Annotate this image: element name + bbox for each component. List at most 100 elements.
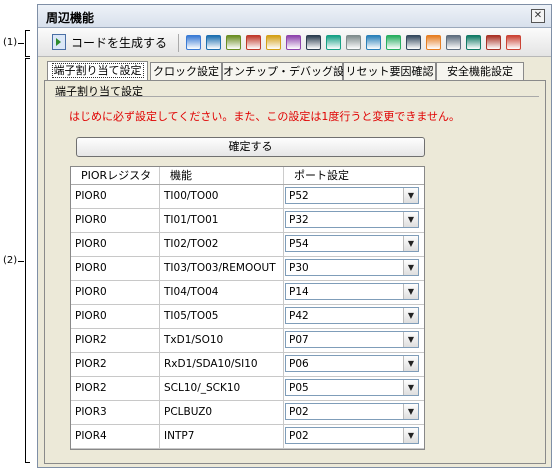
tab-pin-assignment[interactable]: 端子割り当て設定 xyxy=(47,61,148,81)
table-row: PIOR0 TI02/TO02 P54 ▼ xyxy=(71,233,424,257)
generate-code-button[interactable]: コードを生成する xyxy=(52,33,167,51)
tab-reset-source[interactable]: リセット要因確認 xyxy=(343,62,436,80)
toolbar: コードを生成する xyxy=(38,28,551,57)
link-icon[interactable] xyxy=(346,35,361,50)
function-cell: TI04/TO04 xyxy=(160,281,284,304)
port-select-value: P06 xyxy=(289,358,309,370)
generate-code-icon xyxy=(52,34,66,50)
header-function[interactable]: 機能 xyxy=(160,167,284,184)
function-cell: TI02/TO02 xyxy=(160,233,284,256)
chevron-down-icon[interactable]: ▼ xyxy=(403,260,418,275)
confirm-button[interactable]: 確定する xyxy=(76,137,425,157)
function-cell: TI03/TO03/REMOOUT xyxy=(160,257,284,280)
port-setting-cell: P54 ▼ xyxy=(284,233,424,256)
chevron-down-icon[interactable]: ▼ xyxy=(403,212,418,227)
chevron-down-icon[interactable]: ▼ xyxy=(403,284,418,299)
port-select-value: P52 xyxy=(289,190,309,202)
table-row: PIOR3 PCLBUZ0 P02 ▼ xyxy=(71,401,424,425)
port-icon[interactable] xyxy=(206,35,221,50)
port-select-value: P30 xyxy=(289,262,309,274)
port-select-value: P54 xyxy=(289,238,309,250)
tab-onchip-debug[interactable]: オンチップ・デバッグ設定 xyxy=(222,62,355,80)
tab-clock[interactable]: クロック設定 xyxy=(150,62,222,80)
port-select-value: P05 xyxy=(289,382,309,394)
callout-1-tick xyxy=(18,43,24,44)
chevron-down-icon[interactable]: ▼ xyxy=(403,236,418,251)
port-select[interactable]: P02 ▼ xyxy=(285,403,419,420)
header-port[interactable]: ポート設定 xyxy=(284,167,424,184)
pwm-icon[interactable] xyxy=(386,35,401,50)
port-select[interactable]: P02 ▼ xyxy=(285,427,419,444)
pior-register-cell: PIOR0 xyxy=(71,233,160,256)
panel-title: 周辺機能 xyxy=(46,11,95,25)
pior-register-cell: PIOR0 xyxy=(71,281,160,304)
dma-icon[interactable] xyxy=(406,35,421,50)
port-select[interactable]: P06 ▼ xyxy=(285,355,419,372)
reset-icon[interactable] xyxy=(506,35,521,50)
port-select[interactable]: P32 ▼ xyxy=(285,211,419,228)
port-setting-cell: P32 ▼ xyxy=(284,209,424,232)
port-setting-cell: P14 ▼ xyxy=(284,281,424,304)
pior-register-cell: PIOR0 xyxy=(71,209,160,232)
callout-1: (1) xyxy=(3,37,18,48)
port-setting-cell: P42 ▼ xyxy=(284,305,424,328)
callout-2-tick xyxy=(18,261,24,262)
table-row: PIOR2 RxD1/SDA10/SI10 P06 ▼ xyxy=(71,353,424,377)
interrupt-icon[interactable] xyxy=(306,35,321,50)
port-setting-cell: P02 ▼ xyxy=(284,425,424,448)
port-select[interactable]: P54 ▼ xyxy=(285,235,419,252)
port-setting-cell: P52 ▼ xyxy=(284,185,424,208)
table-body: PIOR0 TI00/TO00 P52 ▼ PIOR0 TI01/TO01 P32 ▼ PIOR… xyxy=(71,185,424,449)
port-select-value: P07 xyxy=(289,334,309,346)
serial-icon[interactable] xyxy=(286,35,301,50)
port-setting-cell: P06 ▼ xyxy=(284,353,424,376)
tab-safety[interactable]: 安全機能設定 xyxy=(436,62,524,80)
callout-1-bracket xyxy=(25,30,30,57)
port-setting-cell: P30 ▼ xyxy=(284,257,424,280)
callout-2-bracket xyxy=(25,58,30,463)
pior-register-cell: PIOR2 xyxy=(71,377,160,400)
function-cell: PCLBUZ0 xyxy=(160,401,284,424)
port-select-value: P02 xyxy=(289,430,309,442)
lvd-icon[interactable] xyxy=(486,35,501,50)
callout-2: (2) xyxy=(3,255,18,266)
chevron-down-icon[interactable]: ▼ xyxy=(403,308,418,323)
function-cell: TI00/TO00 xyxy=(160,185,284,208)
chevron-down-icon[interactable]: ▼ xyxy=(403,356,418,371)
pior-register-cell: PIOR0 xyxy=(71,257,160,280)
data-flash-icon[interactable] xyxy=(466,35,481,50)
function-cell: TI05/TO05 xyxy=(160,305,284,328)
chevron-down-icon[interactable]: ▼ xyxy=(403,428,418,443)
watchdog-icon[interactable] xyxy=(246,35,261,50)
header-pior[interactable]: PIORレジスタ xyxy=(71,167,160,184)
ad-converter-icon[interactable] xyxy=(266,35,281,50)
timer-icon[interactable] xyxy=(226,35,241,50)
port-setting-cell: P05 ▼ xyxy=(284,377,424,400)
port-select-value: P32 xyxy=(289,214,309,226)
port-select[interactable]: P05 ▼ xyxy=(285,379,419,396)
pior-table: PIORレジスタ 機能 ポート設定 PIOR0 TI00/TO00 P52 ▼ PIOR… xyxy=(70,166,425,450)
table-row: PIOR0 TI05/TO05 P42 ▼ xyxy=(71,305,424,329)
chevron-down-icon[interactable]: ▼ xyxy=(403,332,418,347)
close-icon[interactable]: ✕ xyxy=(531,9,545,23)
pior-register-cell: PIOR3 xyxy=(71,401,160,424)
port-select[interactable]: P42 ▼ xyxy=(285,307,419,324)
table-row: PIOR0 TI03/TO03/REMOOUT P30 ▼ xyxy=(71,257,424,281)
port-select[interactable]: P14 ▼ xyxy=(285,283,419,300)
port-select[interactable]: P52 ▼ xyxy=(285,187,419,204)
notice-text: はじめに必ず設定してください。また、この設定は1度行うと変更できません。 xyxy=(69,110,461,123)
port-select[interactable]: P07 ▼ xyxy=(285,331,419,348)
sound-icon[interactable] xyxy=(326,35,341,50)
port-select[interactable]: P30 ▼ xyxy=(285,259,419,276)
chevron-down-icon[interactable]: ▼ xyxy=(403,188,418,203)
clock-gen-icon[interactable] xyxy=(186,35,201,50)
port-setting-cell: P07 ▼ xyxy=(284,329,424,352)
chevron-down-icon[interactable]: ▼ xyxy=(403,380,418,395)
table-header: PIORレジスタ 機能 ポート設定 xyxy=(71,167,424,185)
toolbar-separator xyxy=(178,34,179,52)
memory-icon[interactable] xyxy=(446,35,461,50)
chevron-down-icon[interactable]: ▼ xyxy=(403,404,418,419)
pior-register-cell: PIOR0 xyxy=(71,185,160,208)
bcd-icon[interactable] xyxy=(426,35,441,50)
lcd-icon[interactable] xyxy=(366,35,381,50)
